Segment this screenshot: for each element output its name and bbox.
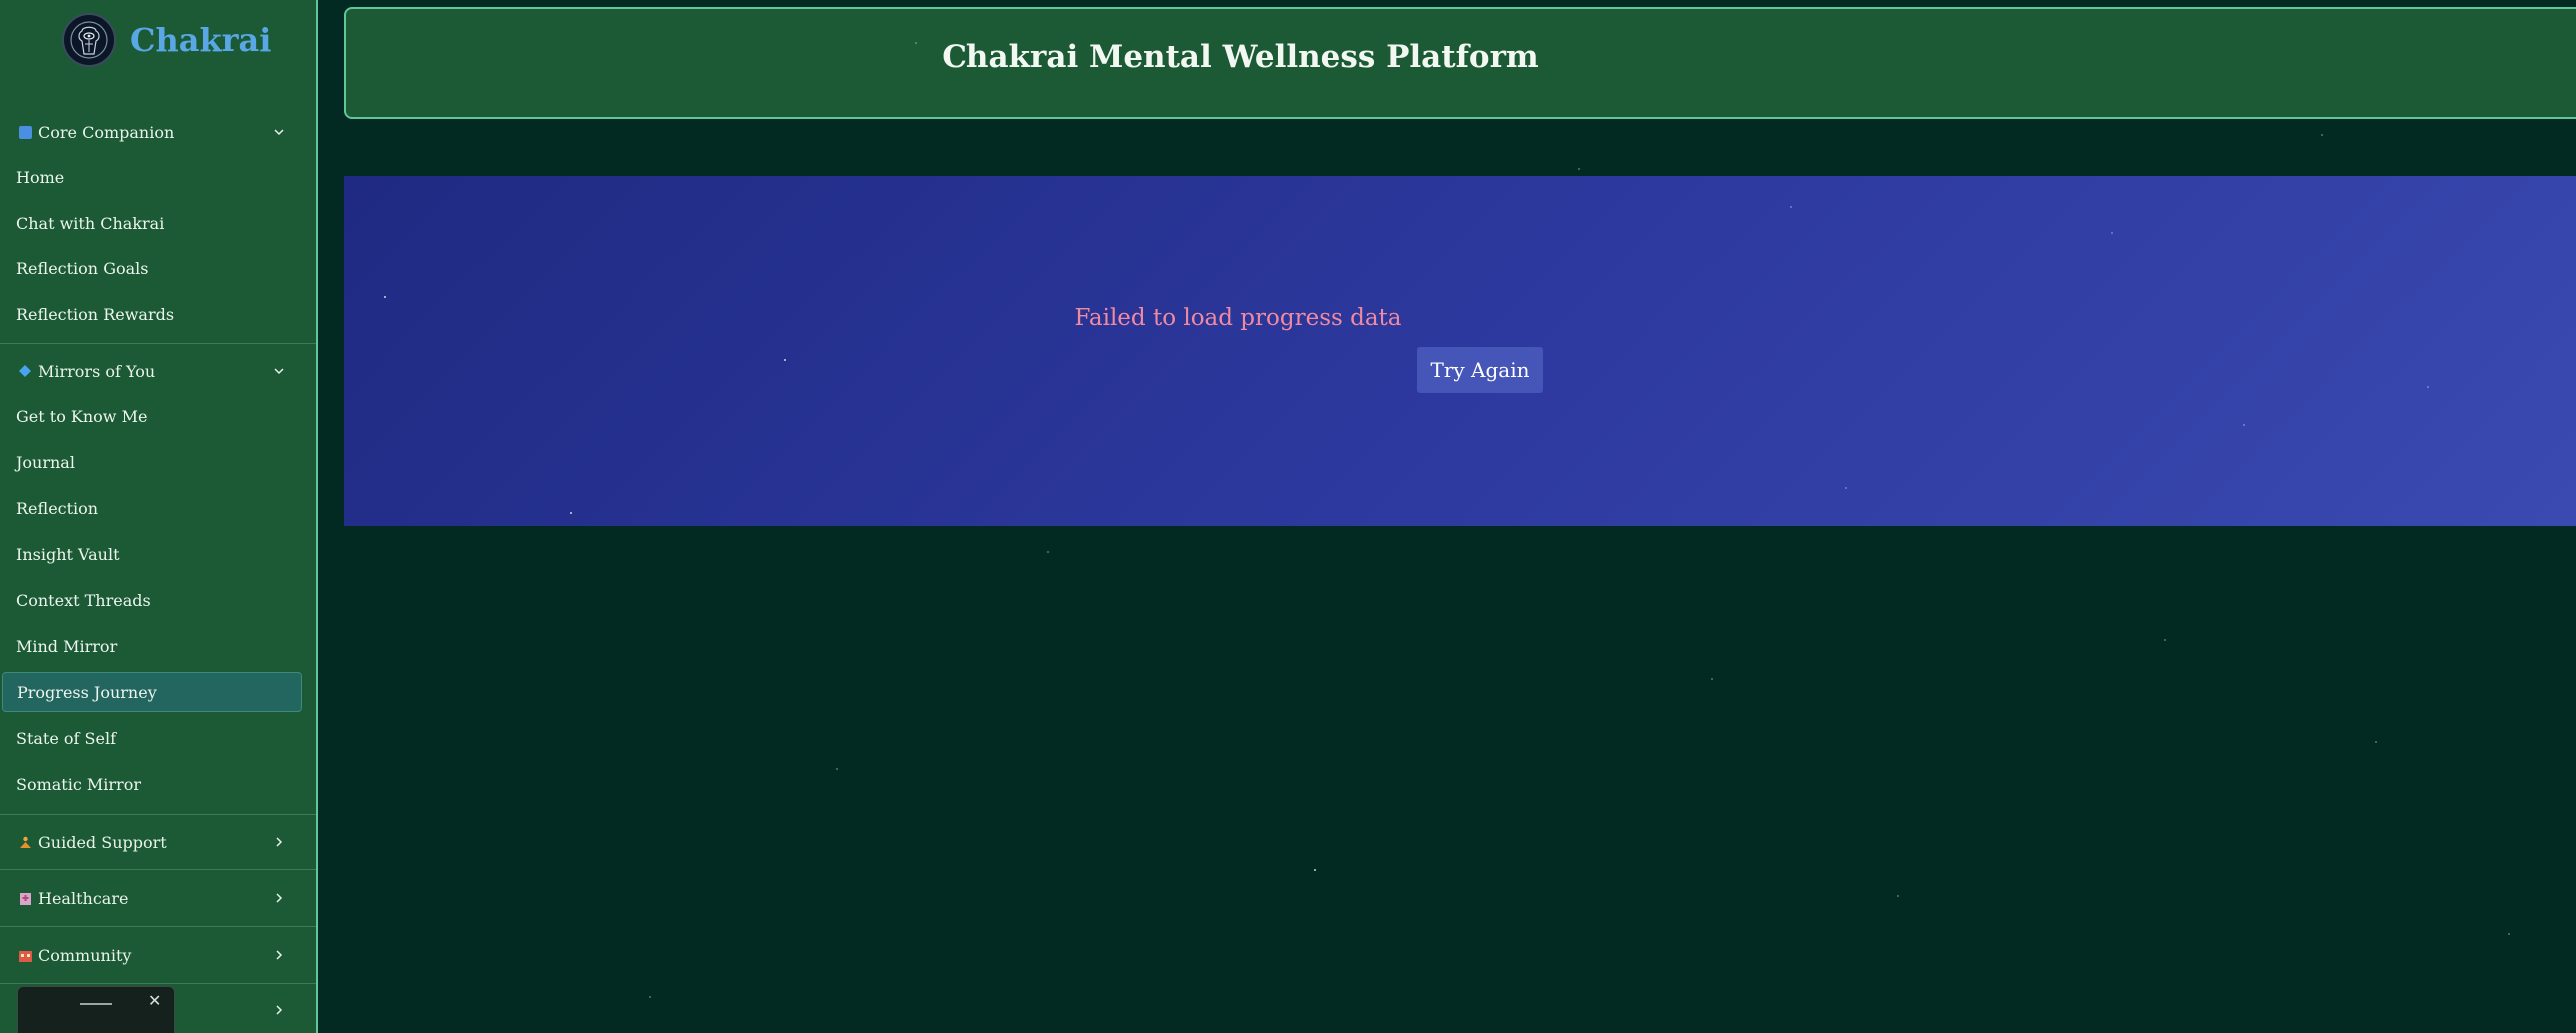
star xyxy=(1314,869,1316,871)
brand[interactable]: Chakrai xyxy=(62,12,271,68)
section-healthcare[interactable]: Healthcare xyxy=(0,878,316,918)
sidebar-item-somatic-mirror[interactable]: Somatic Mirror xyxy=(0,765,316,804)
chevron-down-icon xyxy=(274,368,284,375)
section-core-companion[interactable]: Core Companion xyxy=(0,112,316,152)
divider xyxy=(0,343,316,344)
hospital-icon xyxy=(18,891,32,905)
brand-name: Chakrai xyxy=(130,21,272,59)
star xyxy=(1897,895,1899,897)
section-mirrors-of-you[interactable]: Mirrors of You xyxy=(0,351,316,391)
sidebar-item-mind-mirror[interactable]: Mind Mirror xyxy=(0,626,316,666)
try-again-button[interactable]: Try Again xyxy=(1417,347,1543,393)
section-community[interactable]: Community xyxy=(0,935,316,975)
close-icon[interactable]: ✕ xyxy=(148,991,161,1010)
error-message: Failed to load progress data xyxy=(1074,305,1402,331)
divider xyxy=(0,926,316,927)
chevron-down-icon xyxy=(274,129,284,136)
star xyxy=(570,512,572,514)
star xyxy=(915,42,917,44)
star xyxy=(2164,639,2166,641)
section-label: Guided Support xyxy=(38,832,167,852)
sidebar-item-journal[interactable]: Journal xyxy=(0,442,316,482)
chakrai-logo-icon xyxy=(62,13,116,67)
page-title: Chakrai Mental Wellness Platform xyxy=(942,39,1539,75)
community-building-icon xyxy=(18,948,32,962)
meditation-icon xyxy=(18,835,32,849)
section-label: Mirrors of You xyxy=(38,361,156,381)
star xyxy=(1578,168,1580,170)
star xyxy=(2321,134,2323,136)
chevron-right-icon xyxy=(276,950,283,960)
section-label: Healthcare xyxy=(38,888,129,908)
chevron-right-icon xyxy=(276,837,283,847)
chevron-right-icon xyxy=(276,893,283,903)
floating-mini-widget[interactable]: ✕ xyxy=(17,986,175,1033)
divider xyxy=(0,869,316,870)
sidebar-item-insight-vault[interactable]: Insight Vault xyxy=(0,534,316,574)
divider xyxy=(0,983,316,984)
sidebar-item-reflection-rewards[interactable]: Reflection Rewards xyxy=(0,294,316,334)
sidebar-item-reflection[interactable]: Reflection xyxy=(0,488,316,528)
star xyxy=(2111,232,2113,234)
star xyxy=(649,996,651,998)
sidebar-item-context-threads[interactable]: Context Threads xyxy=(0,580,316,620)
drag-handle[interactable] xyxy=(80,1003,112,1005)
sidebar-item-reflection-goals[interactable]: Reflection Goals xyxy=(0,249,316,288)
section-guided-support[interactable]: Guided Support xyxy=(0,822,316,862)
header-card: Chakrai Mental Wellness Platform xyxy=(344,7,2576,119)
blue-square-icon xyxy=(18,125,32,139)
star xyxy=(2427,386,2429,388)
star xyxy=(1047,551,1049,553)
star xyxy=(2243,424,2245,426)
sidebar-item-state-of-self[interactable]: State of Self xyxy=(0,718,316,758)
star xyxy=(1845,487,1847,489)
sidebar-item-get-to-know-me[interactable]: Get to Know Me xyxy=(0,396,316,436)
star xyxy=(2508,933,2510,935)
star xyxy=(1711,678,1713,680)
star xyxy=(384,296,386,298)
star xyxy=(784,359,786,361)
sidebar-item-chat[interactable]: Chat with Chakrai xyxy=(0,203,316,243)
star xyxy=(2375,741,2377,743)
section-label: Core Companion xyxy=(38,122,175,142)
sidebar-item-progress-journey[interactable]: Progress Journey xyxy=(2,672,302,712)
divider xyxy=(0,814,316,815)
blue-diamond-icon xyxy=(18,364,32,378)
star xyxy=(836,768,838,770)
section-label: Community xyxy=(38,945,132,965)
star xyxy=(1790,206,1792,208)
progress-panel: Failed to load progress data Try Again xyxy=(344,176,2576,526)
sidebar-item-home[interactable]: Home xyxy=(0,157,316,197)
sidebar: Chakrai Core Companion Home Chat with Ch… xyxy=(0,0,318,1033)
chevron-right-icon[interactable] xyxy=(270,1001,288,1019)
